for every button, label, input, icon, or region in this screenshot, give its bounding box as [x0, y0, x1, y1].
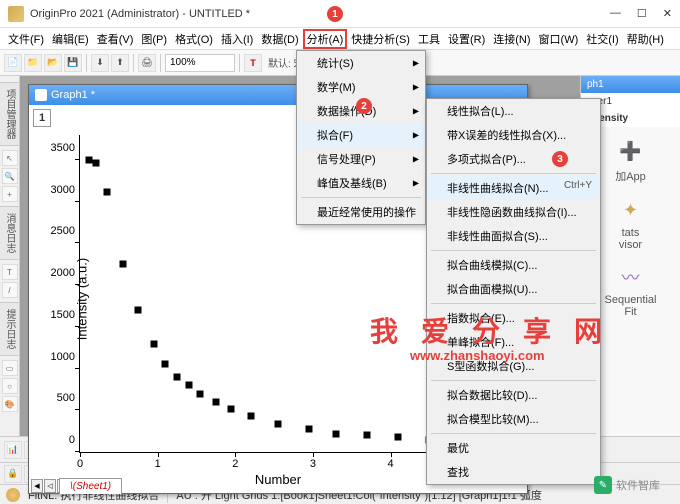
- data-point[interactable]: [197, 390, 204, 397]
- new-folder-icon[interactable]: 📁: [24, 54, 42, 72]
- menu-item[interactable]: 拟合曲线模拟(C)...: [427, 253, 600, 277]
- analysis-menu-dropdown: 统计(S)▶数学(M)▶数据操作(D)▶拟合(F)▶信号处理(P)▶峰值及基线(…: [296, 50, 426, 225]
- menu-item[interactable]: 查找: [427, 460, 600, 484]
- menu-item[interactable]: 拟合曲面模拟(U)...: [427, 277, 600, 301]
- graph-type-icon[interactable]: 📊: [4, 441, 22, 459]
- data-point[interactable]: [185, 382, 192, 389]
- messages-tab[interactable]: 消息日志: [0, 206, 20, 260]
- menu-p[interactable]: 图(P): [137, 29, 171, 49]
- menu-item[interactable]: 统计(S)▶: [297, 51, 425, 75]
- reader-tool-icon[interactable]: +: [2, 186, 18, 202]
- menu-item[interactable]: 信号处理(P)▶: [297, 147, 425, 171]
- menu-n[interactable]: 连接(N): [489, 29, 534, 49]
- app-tool[interactable]: ✦tats visor: [617, 196, 645, 251]
- right-panel-header: ph1: [581, 76, 680, 93]
- menu-d[interactable]: 数据(D): [257, 29, 302, 49]
- zoom-tool-icon[interactable]: 🔍: [2, 168, 18, 184]
- data-point[interactable]: [364, 432, 371, 439]
- graph-window-title: Graph1 *: [51, 89, 95, 101]
- data-point[interactable]: [247, 413, 254, 420]
- data-point[interactable]: [162, 361, 169, 368]
- new-project-icon[interactable]: 📄: [4, 54, 22, 72]
- data-point[interactable]: [228, 405, 235, 412]
- data-point[interactable]: [174, 373, 181, 380]
- menu-v[interactable]: 查看(V): [93, 29, 138, 49]
- callout-1: 1: [327, 6, 343, 22]
- watermark-url: www.zhanshaoyi.com: [410, 348, 545, 363]
- pointer-tool-icon[interactable]: ↖: [2, 150, 18, 166]
- data-point[interactable]: [395, 434, 402, 441]
- data-point[interactable]: [212, 398, 219, 405]
- menu-s[interactable]: 快捷分析(S): [347, 29, 414, 49]
- app-icon: [8, 6, 24, 22]
- save-icon[interactable]: 💾: [64, 54, 82, 72]
- circle-tool-icon[interactable]: ○: [2, 378, 18, 394]
- open-icon[interactable]: 📂: [44, 54, 62, 72]
- data-point[interactable]: [135, 307, 142, 314]
- project-explorer-tab[interactable]: 项目管理器: [0, 82, 20, 146]
- app-tool[interactable]: 〰Sequential Fit: [605, 263, 657, 318]
- menu-h[interactable]: 帮助(H): [623, 29, 668, 49]
- zoom-input[interactable]: [165, 54, 235, 72]
- menu-e[interactable]: 编辑(E): [48, 29, 93, 49]
- lock-icon[interactable]: 🔒: [4, 465, 22, 483]
- menu-i[interactable]: 社交(I): [582, 29, 622, 49]
- data-point[interactable]: [306, 425, 313, 432]
- data-point[interactable]: [274, 420, 281, 427]
- data-point[interactable]: [119, 261, 126, 268]
- menubar: 文件(F)编辑(E)查看(V)图(P)格式(O)插入(I)数据(D)分析(A)快…: [0, 28, 680, 50]
- import-icon[interactable]: ⬇: [91, 54, 109, 72]
- text-tool-icon[interactable]: T: [2, 264, 18, 280]
- line-tool-icon[interactable]: /: [2, 282, 18, 298]
- menu-item[interactable]: 线性拟合(L)...: [427, 99, 600, 123]
- menu-item[interactable]: 非线性隐函数曲线拟合(I)...: [427, 200, 600, 224]
- menu-item[interactable]: 最近经常使用的操作: [297, 200, 425, 224]
- menu-[interactable]: 工具: [414, 29, 444, 49]
- menu-item[interactable]: 拟合(F)▶: [297, 123, 425, 147]
- data-point[interactable]: [104, 188, 111, 195]
- app-tool[interactable]: ➕加App: [615, 137, 646, 184]
- menu-i[interactable]: 插入(I): [217, 29, 257, 49]
- maximize-button[interactable]: ☐: [637, 7, 647, 20]
- text-tool-icon[interactable]: T: [244, 54, 262, 72]
- menu-item[interactable]: 拟合模型比较(M)...: [427, 407, 600, 431]
- menu-item[interactable]: 峰值及基线(B)▶: [297, 171, 425, 195]
- data-point[interactable]: [333, 430, 340, 437]
- fit-submenu-dropdown: 线性拟合(L)...带X误差的线性拟合(X)...多项式拟合(P)... 非线性曲…: [426, 98, 601, 485]
- layer-tab[interactable]: 1: [33, 109, 51, 127]
- watermark-text: 我 爱 分 享 网: [370, 310, 610, 350]
- callout-3: 3: [552, 151, 568, 167]
- hints-tab[interactable]: 提示日志: [0, 302, 20, 356]
- menu-w[interactable]: 窗口(W): [535, 29, 583, 49]
- sheet-tab[interactable]: \(Sheet1): [59, 478, 122, 494]
- menu-item[interactable]: 拟合数据比较(D)...: [427, 383, 600, 407]
- data-point[interactable]: [92, 160, 99, 167]
- close-button[interactable]: ✕: [663, 7, 672, 20]
- color-tool-icon[interactable]: 🎨: [2, 396, 18, 412]
- menu-item[interactable]: 非线性曲面拟合(S)...: [427, 224, 600, 248]
- menu-f[interactable]: 文件(F): [4, 29, 48, 49]
- minimize-button[interactable]: —: [610, 7, 621, 20]
- export-icon[interactable]: ⬆: [111, 54, 129, 72]
- status-indicator-icon: [6, 488, 20, 502]
- menu-o[interactable]: 格式(O): [171, 29, 217, 49]
- menu-item[interactable]: 多项式拟合(P)...: [427, 147, 600, 171]
- print-icon[interactable]: 🖨: [138, 54, 156, 72]
- data-point[interactable]: [150, 340, 157, 347]
- menu-a[interactable]: 分析(A): [303, 29, 348, 49]
- menu-item[interactable]: 带X误差的线性拟合(X)...: [427, 123, 600, 147]
- data-point[interactable]: [85, 157, 92, 164]
- menu-item[interactable]: 数学(M)▶: [297, 75, 425, 99]
- left-vertical-toolbar: 项目管理器 ↖ 🔍 + 消息日志 T / 提示日志 ▭ ○ 🎨: [0, 76, 20, 436]
- menu-item[interactable]: 非线性曲线拟合(N)...Ctrl+Y: [427, 176, 600, 200]
- menu-item[interactable]: 最优: [427, 436, 600, 460]
- rect-tool-icon[interactable]: ▭: [2, 360, 18, 376]
- window-title: OriginPro 2021 (Administrator) - UNTITLE…: [30, 8, 610, 20]
- callout-2: 2: [356, 98, 372, 114]
- x-axis-label: Number: [255, 472, 301, 487]
- menu-r[interactable]: 设置(R): [444, 29, 489, 49]
- watermark-source: ✎软件智库: [594, 476, 660, 494]
- graph-window-icon: [35, 89, 47, 101]
